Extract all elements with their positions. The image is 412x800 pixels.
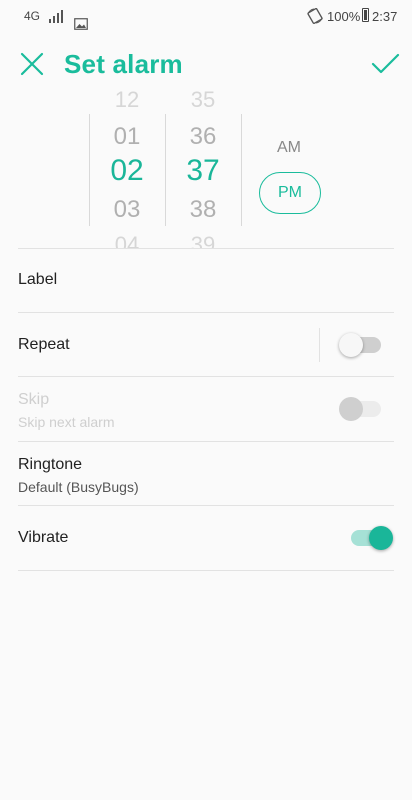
minute-option[interactable]: 35 bbox=[165, 88, 241, 113]
minute-option[interactable]: 36 bbox=[165, 123, 241, 151]
picker-divider bbox=[89, 114, 90, 226]
minute-selected[interactable]: 37 bbox=[165, 154, 241, 188]
network-indicator: 4G bbox=[24, 9, 41, 23]
auto-rotate-icon bbox=[307, 8, 323, 24]
divider bbox=[18, 312, 394, 313]
repeat-title: Repeat bbox=[18, 336, 70, 353]
divider bbox=[18, 570, 394, 571]
signal-icon bbox=[49, 10, 63, 23]
time-picker: 12 01 02 03 04 35 36 37 38 39 bbox=[0, 88, 412, 248]
close-icon bbox=[20, 52, 44, 76]
check-icon bbox=[371, 53, 400, 74]
divider bbox=[18, 376, 394, 377]
vertical-separator bbox=[319, 328, 320, 362]
minute-wheel[interactable]: 35 36 37 38 39 bbox=[165, 88, 241, 248]
hour-wheel[interactable]: 12 01 02 03 04 bbox=[89, 88, 165, 248]
label-title: Label bbox=[18, 271, 58, 288]
picker-divider bbox=[241, 114, 242, 226]
minute-option[interactable]: 38 bbox=[165, 196, 241, 224]
divider bbox=[18, 505, 394, 506]
minute-option[interactable]: 39 bbox=[165, 232, 241, 248]
skip-title: Skip bbox=[18, 391, 50, 408]
ringtone-value: Default (BusyBugs) bbox=[18, 479, 139, 495]
image-notification-icon bbox=[74, 18, 88, 30]
skip-subtitle: Skip next alarm bbox=[18, 414, 115, 430]
hour-option[interactable]: 01 bbox=[89, 123, 165, 151]
battery-icon bbox=[362, 8, 369, 22]
divider bbox=[18, 248, 394, 249]
close-button[interactable] bbox=[16, 48, 48, 80]
page-title: Set alarm bbox=[64, 49, 183, 79]
vibrate-title: Vibrate bbox=[18, 529, 69, 546]
hour-selected[interactable]: 02 bbox=[89, 154, 165, 188]
hour-option[interactable]: 12 bbox=[89, 88, 165, 113]
hour-option[interactable]: 03 bbox=[89, 196, 165, 224]
status-bar: 4G 100% 2:37 bbox=[0, 0, 412, 36]
picker-divider bbox=[165, 114, 166, 226]
skip-toggle bbox=[339, 397, 383, 421]
status-time: 2:37 bbox=[372, 9, 398, 24]
ringtone-title: Ringtone bbox=[18, 456, 83, 473]
battery-percent: 100% bbox=[327, 9, 361, 24]
vibrate-toggle[interactable] bbox=[349, 526, 393, 550]
hour-option[interactable]: 04 bbox=[89, 232, 165, 248]
am-option[interactable]: AM bbox=[277, 139, 301, 157]
repeat-toggle[interactable] bbox=[339, 333, 383, 357]
pm-option[interactable]: PM bbox=[259, 172, 321, 214]
divider bbox=[18, 441, 394, 442]
save-button[interactable] bbox=[368, 49, 402, 79]
